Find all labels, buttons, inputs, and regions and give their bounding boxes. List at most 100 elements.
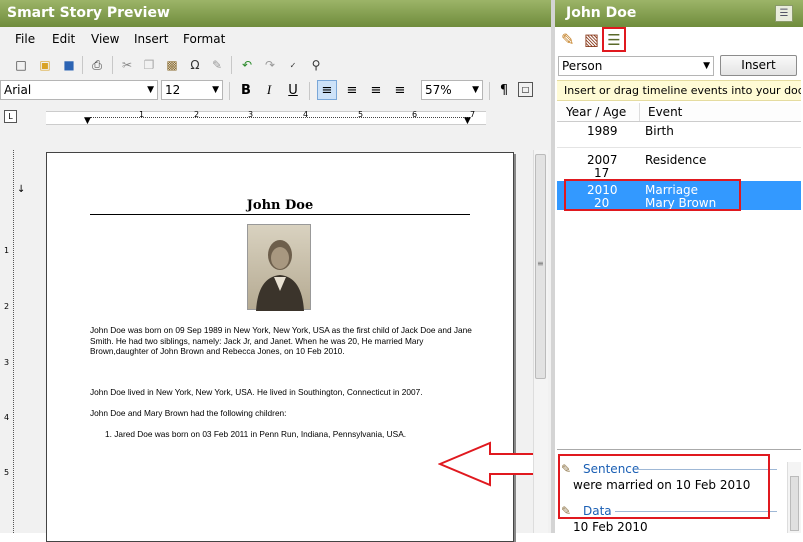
vertical-ruler: ↓ 1 2 3 4 5: [0, 150, 25, 533]
ruler-track: 1 2 3 4 5 6 7 ▼ ▼: [46, 110, 486, 126]
vruler-ticks: [13, 150, 14, 533]
redo-icon[interactable]: ↷: [261, 56, 279, 74]
chevron-down-icon: ▼: [472, 85, 479, 95]
align-left-button[interactable]: ≡: [317, 80, 337, 100]
show-formatting-button[interactable]: ¶: [494, 80, 514, 100]
biography-paragraph-3: John Doe and Mary Brown had the followin…: [90, 408, 287, 418]
timeline-row[interactable]: 2007 17 Residence: [557, 150, 801, 180]
document-heading: John Doe: [90, 198, 470, 215]
vruler-mark: 1: [4, 246, 10, 255]
format-toolbar: Arial ▼ 12 ▼ B I U ≡ ≡ ≡ ≡ 57% ▼ ¶ □: [0, 79, 551, 103]
menu-edit[interactable]: Edit: [52, 32, 75, 46]
chevron-down-icon: ▼: [147, 85, 154, 95]
person-select-value: Person: [562, 59, 603, 73]
event-year: 1989: [587, 124, 618, 138]
ruler-mark: 1: [139, 110, 145, 119]
format-painter-icon[interactable]: ✎: [208, 56, 226, 74]
print-icon[interactable]: ⎙: [88, 56, 106, 74]
paste-icon[interactable]: ▩: [163, 56, 181, 74]
header-event[interactable]: Event: [648, 105, 682, 119]
font-size-value: 12: [165, 83, 181, 97]
find-icon[interactable]: ⚲: [307, 56, 325, 74]
special-character-icon[interactable]: Ω: [186, 56, 204, 74]
right-indent-marker[interactable]: ▼: [464, 116, 471, 126]
toolbar-divider: [309, 82, 310, 100]
vruler-mark: 5: [4, 468, 10, 477]
font-name-select[interactable]: Arial ▼: [0, 80, 158, 100]
insert-button[interactable]: Insert: [720, 55, 797, 76]
cut-icon[interactable]: ✂: [118, 56, 136, 74]
event-name: Birth: [645, 124, 674, 138]
page-setup-button[interactable]: □: [518, 82, 533, 97]
align-right-button[interactable]: ≡: [366, 80, 386, 100]
event-name: Residence: [645, 153, 707, 167]
ruler-mark: 2: [194, 110, 200, 119]
left-title: Smart Story Preview: [7, 5, 170, 21]
toolbar-divider: [489, 82, 490, 100]
menu-file[interactable]: File: [15, 32, 35, 46]
menu-insert[interactable]: Insert: [134, 32, 168, 46]
details-scrollbar[interactable]: [787, 462, 801, 533]
underline-button[interactable]: U: [283, 80, 303, 100]
undo-icon[interactable]: ↶: [238, 56, 256, 74]
ruler-mark: 3: [248, 110, 254, 119]
event-age: 17: [594, 166, 610, 180]
justify-button[interactable]: ≡: [390, 80, 410, 100]
save-icon[interactable]: ■: [60, 56, 78, 74]
timeline-view-icon[interactable]: ☰: [602, 27, 626, 52]
copy-icon[interactable]: ❐: [140, 56, 158, 74]
story-preview-pane: Smart Story Preview File Edit View Inser…: [0, 0, 551, 542]
children-list-item: 1. Jared Doe was born on 03 Feb 2011 in …: [105, 429, 407, 439]
vruler-mark: 4: [4, 413, 10, 422]
toolbar-divider: [112, 56, 113, 74]
biography-paragraph-2: John Doe lived in New York, New York, US…: [90, 387, 423, 397]
pane-menu-icon[interactable]: ☰: [775, 5, 793, 22]
document-scrollbar-thumb[interactable]: ≡: [535, 154, 546, 379]
grip-icon: ≡: [537, 259, 544, 268]
font-name-value: Arial: [4, 83, 32, 97]
left-indent-marker[interactable]: ▼: [84, 116, 91, 126]
standard-toolbar: □ ▣ ■ ⎙ ✂ ❐ ▩ Ω ✎ ↶ ↷ ✓ ⚲: [0, 53, 551, 77]
details-scrollbar-thumb[interactable]: [790, 476, 799, 531]
horizontal-ruler[interactable]: L 1 2 3 4 5 6 7 ▼ ▼: [0, 107, 551, 129]
align-center-button[interactable]: ≡: [342, 80, 362, 100]
chevron-down-icon: ▼: [703, 61, 710, 71]
toolbar-divider: [231, 56, 232, 74]
portrait-silhouette: [256, 240, 304, 311]
vruler-mark: 2: [4, 302, 10, 311]
header-divider: [639, 103, 640, 121]
book-icon[interactable]: ▧: [584, 30, 599, 49]
italic-button[interactable]: I: [259, 80, 279, 100]
new-document-icon[interactable]: □: [12, 56, 30, 74]
ruler-mark: 4: [303, 110, 309, 119]
tab-stop-selector[interactable]: L: [4, 110, 17, 123]
menu-format[interactable]: Format: [183, 32, 225, 46]
timeline-header: Year / Age Event: [557, 103, 801, 122]
toolbar-divider: [229, 82, 230, 100]
person-select[interactable]: Person ▼: [558, 56, 714, 76]
insert-hint: Insert or drag timeline events into your…: [557, 80, 801, 101]
timeline-row[interactable]: 1989 Birth: [557, 122, 801, 148]
portrait-photo: [247, 224, 311, 311]
timeline-pane: John Doe ☰ ✎ ▧ ☰ Person ▼ Insert Insert o…: [555, 0, 803, 534]
header-year-age[interactable]: Year / Age: [566, 105, 626, 119]
font-size-select[interactable]: 12 ▼: [161, 80, 223, 100]
left-title-bar: Smart Story Preview: [0, 0, 551, 27]
annotation-arrow-icon: [438, 441, 539, 487]
chevron-down-icon: ▼: [212, 85, 219, 95]
right-title-bar: John Doe: [555, 0, 803, 27]
edit-pencil-icon[interactable]: ✎: [561, 30, 574, 49]
pane-divider[interactable]: [557, 449, 801, 450]
open-folder-icon[interactable]: ▣: [36, 56, 54, 74]
menu-bar: File Edit View Insert Format: [0, 29, 551, 51]
bold-button[interactable]: B: [236, 80, 256, 100]
vruler-mark: 3: [4, 358, 10, 367]
top-margin-marker[interactable]: ↓: [17, 184, 25, 195]
data-text: 10 Feb 2010: [573, 520, 648, 534]
ruler-mark: 6: [412, 110, 418, 119]
spell-check-icon[interactable]: ✓: [284, 56, 302, 74]
event-year: 2007: [587, 153, 618, 167]
ruler-mark: 5: [358, 110, 364, 119]
menu-view[interactable]: View: [91, 32, 119, 46]
zoom-select[interactable]: 57% ▼: [421, 80, 483, 100]
